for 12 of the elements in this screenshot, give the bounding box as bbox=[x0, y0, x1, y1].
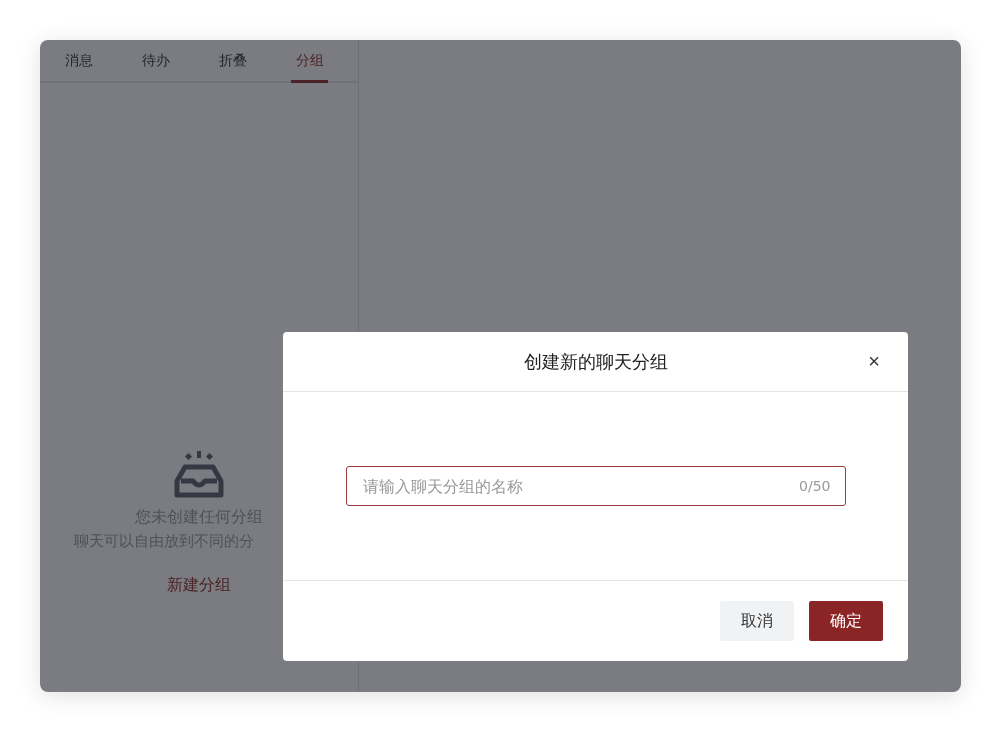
dialog-title: 创建新的聊天分组 bbox=[523, 349, 668, 374]
empty-inbox-icon bbox=[173, 451, 225, 499]
group-name-field[interactable]: 请输入聊天分组的名称 0/50 bbox=[345, 466, 846, 506]
tab[interactable]: 折叠 bbox=[194, 40, 271, 81]
cancel-button[interactable]: 取消 bbox=[720, 601, 794, 641]
tab[interactable]: 待办 bbox=[117, 40, 194, 81]
new-group-link[interactable]: 新建分组 bbox=[167, 575, 231, 596]
confirm-button[interactable]: 确定 bbox=[809, 601, 883, 641]
character-counter: 0/50 bbox=[799, 478, 831, 494]
tab[interactable]: 分组 bbox=[271, 40, 348, 81]
tab[interactable]: 消息 bbox=[40, 40, 117, 81]
close-button[interactable]: × bbox=[864, 350, 884, 373]
